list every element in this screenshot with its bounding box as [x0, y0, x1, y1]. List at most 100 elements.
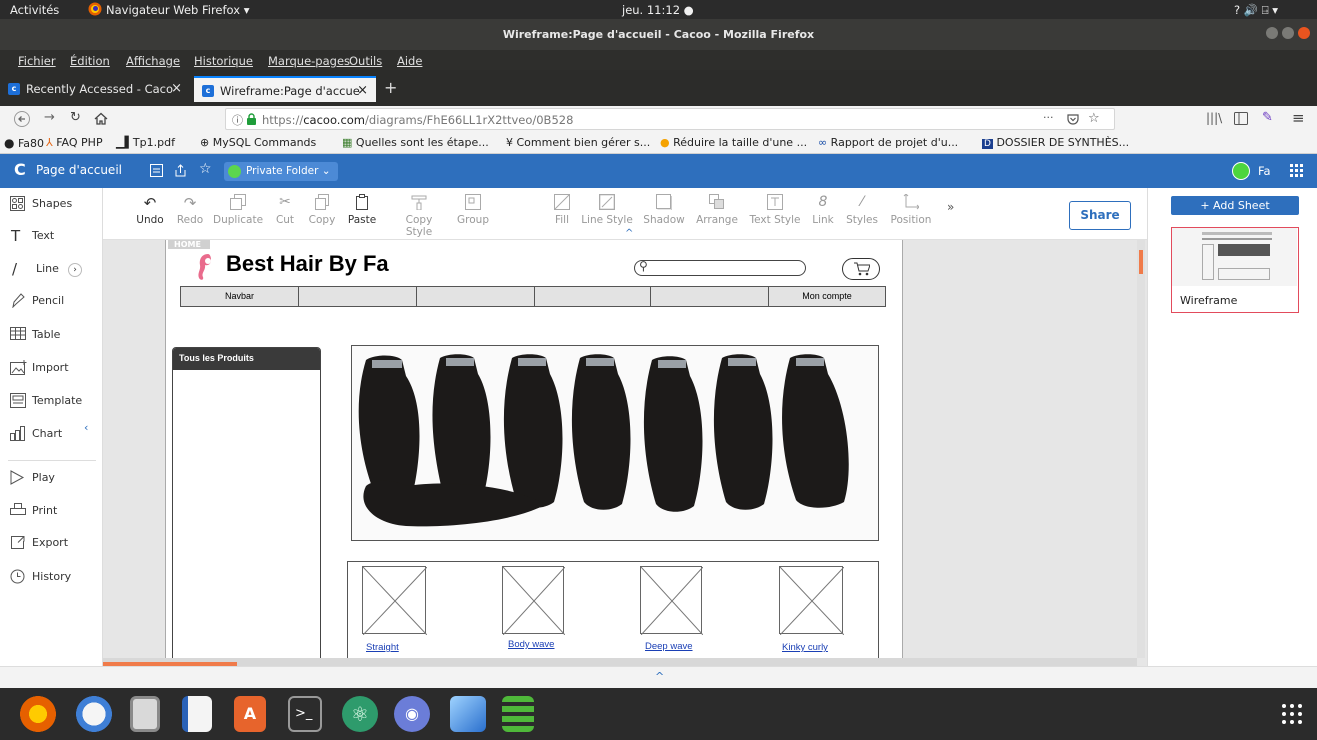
dropper-icon[interactable]: ✎: [1262, 110, 1273, 125]
vertical-scroll-thumb[interactable]: [1139, 250, 1143, 274]
nav-item-empty[interactable]: [535, 287, 651, 306]
tool-print[interactable]: Print: [4, 497, 92, 525]
drawing-canvas[interactable]: HOME Best Hair By Fa ⚲ Navbar Mon compte: [103, 240, 1147, 666]
shadow-button[interactable]: Shadow: [643, 194, 685, 226]
expand-toolbar-chevron-icon[interactable]: ^: [625, 228, 633, 239]
home-icon[interactable]: [94, 112, 108, 126]
bookmark-star-icon[interactable]: ☆: [1088, 111, 1100, 126]
styles-button[interactable]: ⁄ Styles: [845, 194, 879, 226]
tool-table[interactable]: Table: [4, 321, 92, 349]
arrange-button[interactable]: Arrange: [695, 194, 739, 226]
minimize-button[interactable]: [1266, 27, 1278, 39]
bookmark-mysql[interactable]: ⊕ MySQL Commands: [200, 136, 316, 149]
sidebar-title[interactable]: Tous les Produits: [173, 348, 320, 370]
bookmark-faq-php[interactable]: ⅄ FAQ PHP: [46, 136, 103, 149]
forward-arrow-icon[interactable]: →: [44, 110, 55, 125]
hamburger-menu-icon[interactable]: ≡: [1292, 109, 1305, 127]
app-menu[interactable]: Navigateur Web Firefox ▾: [106, 3, 249, 17]
group-button[interactable]: Group: [455, 194, 491, 226]
horizontal-scrollbar[interactable]: [103, 658, 1137, 666]
product-link-kinky-curly[interactable]: Kinky curly: [782, 642, 828, 653]
show-applications-icon[interactable]: [1280, 702, 1304, 726]
new-tab-button[interactable]: +: [384, 78, 397, 97]
nav-item-navbar[interactable]: Navbar: [181, 287, 299, 306]
close-window-button[interactable]: [1298, 27, 1310, 39]
tool-text[interactable]: T Text: [4, 222, 92, 250]
vertical-scrollbar[interactable]: [1137, 240, 1145, 658]
tool-export[interactable]: Export: [4, 529, 92, 557]
paste-button[interactable]: Paste: [347, 194, 377, 226]
software-center-dock-icon[interactable]: A: [234, 696, 266, 732]
activities-button[interactable]: Activités: [10, 3, 59, 17]
hero-hair-image[interactable]: [351, 345, 879, 541]
tool-shapes[interactable]: Shapes: [4, 190, 92, 218]
copy-button[interactable]: Copy: [307, 194, 337, 226]
cacoo-logo-icon[interactable]: C: [14, 160, 26, 179]
bookmark-quelles[interactable]: ▦ Quelles sont les étape...: [342, 136, 489, 149]
menu-edition[interactable]: Édition: [70, 54, 110, 68]
close-tab-icon[interactable]: ×: [357, 78, 368, 102]
cart-button[interactable]: [842, 258, 880, 280]
bookmark-comment[interactable]: ¥ Comment bien gérer s...: [506, 136, 650, 149]
product-image-placeholder[interactable]: [502, 566, 566, 636]
fill-button[interactable]: Fill: [549, 194, 575, 226]
nav-item-empty[interactable]: [417, 287, 535, 306]
text-style-button[interactable]: Text Style: [749, 194, 801, 226]
nav-item-empty[interactable]: [299, 287, 417, 306]
tool-chart[interactable]: Chart ‹: [4, 420, 92, 448]
clock[interactable]: jeu. 11:12 ●: [622, 3, 694, 17]
menu-affichage[interactable]: Affichage: [126, 54, 180, 68]
favorite-star-icon[interactable]: ☆: [199, 161, 212, 177]
redo-button[interactable]: ↷ Redo: [173, 194, 207, 226]
dia-dock-icon[interactable]: [502, 696, 534, 732]
back-arrow-icon[interactable]: [14, 111, 30, 127]
upload-icon[interactable]: [174, 164, 187, 177]
menu-aide[interactable]: Aide: [397, 54, 422, 68]
duplicate-button[interactable]: Duplicate: [213, 194, 263, 226]
position-button[interactable]: Position: [889, 194, 933, 226]
bookmark-fa80[interactable]: ● Fa80: [4, 136, 44, 150]
link-button[interactable]: 8 Link: [811, 194, 835, 226]
page-name[interactable]: Page d'accueil: [36, 163, 122, 177]
reload-icon[interactable]: ↻: [70, 110, 81, 125]
share-button[interactable]: Share: [1069, 201, 1131, 230]
sheet-thumbnail-wireframe[interactable]: Wireframe: [1171, 227, 1299, 313]
virtualbox-dock-icon[interactable]: [450, 696, 486, 732]
nav-item-empty[interactable]: [651, 287, 769, 306]
product-image-placeholder[interactable]: [640, 566, 704, 636]
line-style-button[interactable]: Line Style: [581, 194, 633, 226]
tool-play[interactable]: Play: [4, 464, 92, 492]
menu-historique[interactable]: Historique: [194, 54, 253, 68]
url-bar[interactable]: ⓘ https://cacoo.com/diagrams/FhE66LL1rX2…: [225, 108, 1115, 130]
bookmark-tp1-pdf[interactable]: ▁▌Tp1.pdf: [116, 136, 175, 149]
apps-grid-icon[interactable]: [1290, 164, 1303, 177]
bookmark-dossier[interactable]: D DOSSIER DE SYNTHÈS...: [982, 136, 1129, 149]
maximize-button[interactable]: [1282, 27, 1294, 39]
copy-style-button[interactable]: Copy Style: [391, 194, 447, 238]
tool-template[interactable]: Template: [4, 387, 92, 415]
close-tab-icon[interactable]: ×: [171, 76, 182, 102]
wireframe-page[interactable]: HOME Best Hair By Fa ⚲ Navbar Mon compte: [165, 240, 903, 666]
nav-item-mon-compte[interactable]: Mon compte: [769, 287, 885, 306]
user-name[interactable]: Fa: [1258, 164, 1271, 178]
writer-dock-icon[interactable]: [182, 696, 212, 732]
more-tools-button[interactable]: »: [947, 200, 954, 214]
info-icon[interactable]: ⓘ: [232, 112, 243, 128]
product-link-deep-wave[interactable]: Deep wave: [645, 641, 693, 652]
menu-marque-pages[interactable]: Marque-pages: [268, 54, 350, 68]
product-link-straight[interactable]: Straight: [366, 642, 399, 653]
expand-bottom-chevron-icon[interactable]: ^: [655, 670, 664, 683]
discord-dock-icon[interactable]: ◉: [394, 696, 430, 732]
undo-button[interactable]: ↶ Undo: [133, 194, 167, 226]
system-tray[interactable]: ? 🔊 ⍈ ▾: [1234, 3, 1278, 18]
firefox-dock-icon[interactable]: [20, 696, 56, 732]
library-icon[interactable]: |||\: [1206, 111, 1222, 125]
terminal-dock-icon[interactable]: >_: [288, 696, 322, 732]
brand-title[interactable]: Best Hair By Fa: [226, 251, 389, 277]
menu-outils[interactable]: Outils: [349, 54, 382, 68]
avatar[interactable]: [1232, 162, 1250, 180]
thunderbird-dock-icon[interactable]: [76, 696, 112, 732]
collapse-panel-chevron-icon[interactable]: ‹: [84, 414, 88, 442]
sidebar-icon[interactable]: [1234, 112, 1248, 125]
sheet-menu-icon[interactable]: [150, 164, 163, 177]
